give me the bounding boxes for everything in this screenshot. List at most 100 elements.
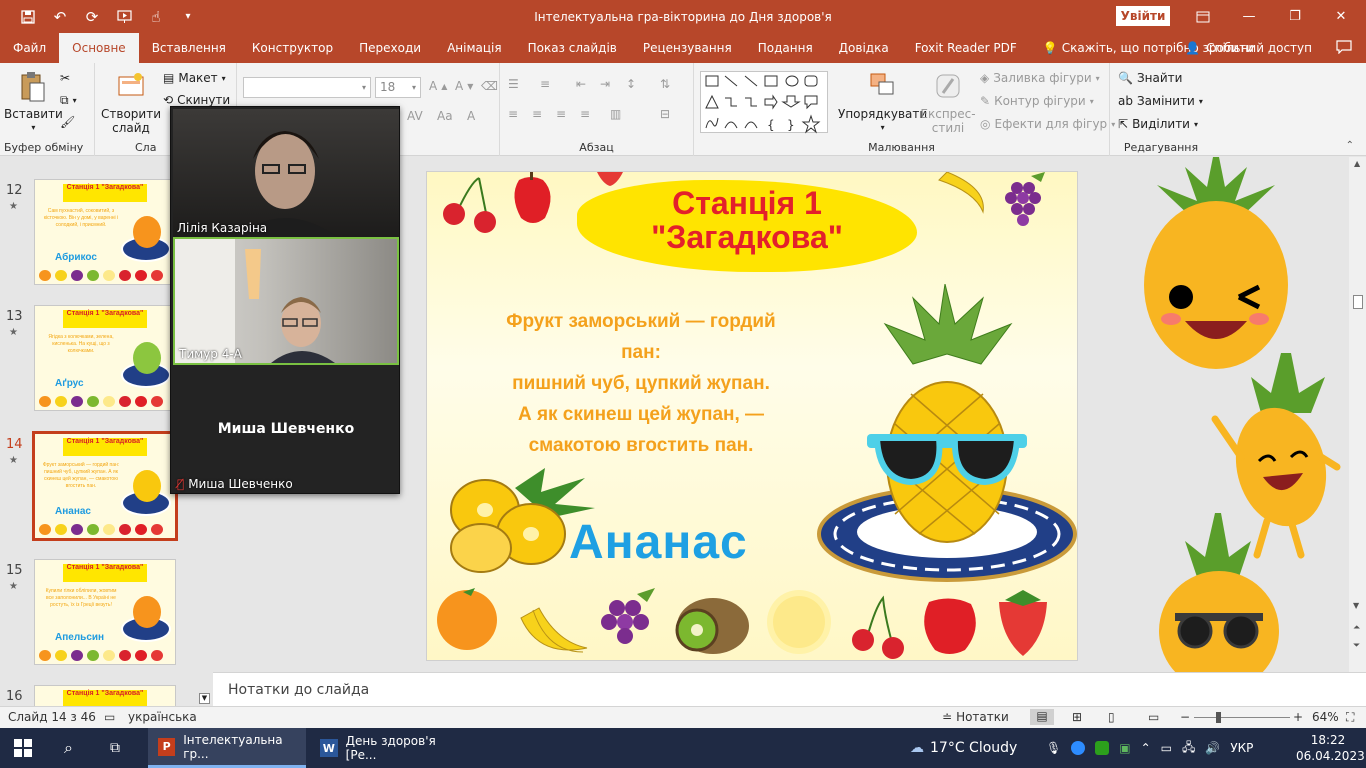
canvas-scroll-up-icon[interactable]: ▲ bbox=[1354, 159, 1360, 168]
clock[interactable]: 18:22 06.04.2023 bbox=[1296, 732, 1365, 764]
taskbar-app-word[interactable]: W День здоров'я [Ре... bbox=[310, 728, 468, 768]
tab-animations[interactable]: Анімація bbox=[434, 33, 515, 63]
windows-start-icon[interactable] bbox=[14, 728, 32, 768]
zoom-level[interactable]: 64% bbox=[1312, 710, 1339, 724]
decrease-indent-icon[interactable]: ⇤ bbox=[576, 77, 586, 91]
slide-title[interactable]: Станція 1 "Загадкова" bbox=[577, 186, 917, 254]
notifications-icon[interactable] bbox=[1354, 728, 1366, 768]
customize-qat-icon[interactable]: ▾ bbox=[174, 3, 202, 31]
task-view-icon[interactable]: ⧉ bbox=[110, 728, 120, 768]
cut-icon[interactable]: ✂ bbox=[60, 71, 70, 85]
character-spacing-icon[interactable]: AV bbox=[407, 109, 423, 123]
slide-thumbnail-15[interactable]: 15 ★ Станція 1 "Загадкова" Купили гілки обл… bbox=[0, 559, 210, 669]
change-case-icon[interactable]: Aa bbox=[437, 109, 453, 123]
zoom-out-icon[interactable]: − bbox=[1180, 710, 1190, 724]
font-size-combo[interactable]: 18 ▾ bbox=[375, 77, 421, 98]
replace-button[interactable]: ab Замінити ▾ bbox=[1118, 94, 1203, 108]
copy-icon[interactable]: ⧉ ▾ bbox=[60, 93, 77, 108]
search-icon[interactable]: ⌕ bbox=[64, 728, 73, 768]
answer-text[interactable]: Ананас bbox=[569, 515, 748, 570]
zoom-slider[interactable] bbox=[1194, 712, 1290, 723]
tab-view[interactable]: Подання bbox=[745, 33, 826, 63]
zoom-slider-thumb[interactable] bbox=[1216, 712, 1221, 723]
reset-button[interactable]: ⟲ Скинути bbox=[163, 93, 230, 107]
line-spacing-icon[interactable]: ↕ bbox=[626, 77, 636, 91]
thumbnail-preview[interactable]: Станція 1 "Загадкова" bbox=[34, 685, 176, 706]
justify-icon[interactable]: ≡ bbox=[580, 107, 590, 121]
weather-widget[interactable]: ☁ 17°C Cloudy bbox=[910, 728, 1017, 768]
align-left-icon[interactable]: ≡ bbox=[508, 107, 518, 121]
spell-check-icon[interactable]: ▭ bbox=[104, 710, 115, 724]
text-direction-icon[interactable]: ⇅ bbox=[660, 77, 670, 91]
volume-icon[interactable]: 🔊 bbox=[1205, 741, 1220, 755]
participant-tile-camera-off[interactable]: Миша Шевченко 🎙̸ Миша Шевченко bbox=[173, 365, 399, 493]
font-color-icon[interactable]: A bbox=[467, 109, 475, 123]
normal-view-icon[interactable]: ▤ bbox=[1030, 709, 1054, 725]
tray-app-icon[interactable] bbox=[1095, 741, 1110, 755]
shape-fill-button[interactable]: ◈ Заливка фігури ▾ bbox=[980, 71, 1100, 85]
format-painter-icon[interactable]: 🖌 bbox=[60, 115, 75, 129]
shapes-gallery[interactable]: { } bbox=[700, 71, 828, 134]
show-hidden-icons-icon[interactable]: ⌃ bbox=[1141, 741, 1151, 755]
grow-font-icon[interactable]: A ▲ bbox=[429, 79, 447, 93]
network-icon[interactable]: 🖧 bbox=[1182, 738, 1195, 759]
tab-help[interactable]: Довідка bbox=[826, 33, 902, 63]
collapse-ribbon-icon[interactable]: ⌃ bbox=[1346, 140, 1354, 151]
tab-file[interactable]: Файл bbox=[0, 33, 59, 63]
zoom-in-icon[interactable]: + bbox=[1293, 710, 1303, 724]
slideshow-from-start-icon[interactable] bbox=[110, 3, 138, 31]
fit-to-window-icon[interactable]: ⛶ bbox=[1346, 710, 1354, 725]
pineapple-stickers-image[interactable] bbox=[1141, 157, 1341, 672]
align-text-icon[interactable]: ⊟ bbox=[660, 107, 670, 121]
current-slide[interactable]: Станція 1 "Загадкова" Фрукт заморський —… bbox=[426, 171, 1078, 661]
notes-toggle-button[interactable]: ≐ Нотатки bbox=[942, 710, 1009, 724]
shape-outline-button[interactable]: ✎ Контур фігури ▾ bbox=[980, 94, 1094, 108]
arrange-button[interactable]: Упорядкувати ▾ bbox=[838, 71, 927, 135]
bullets-icon[interactable]: ☰ bbox=[508, 77, 519, 91]
numbering-icon[interactable]: ≡ bbox=[540, 77, 550, 91]
tab-slideshow[interactable]: Показ слайдів bbox=[515, 33, 630, 63]
zoom-tray-icon[interactable] bbox=[1071, 741, 1086, 755]
new-slide-button[interactable]: Створити слайд bbox=[101, 71, 161, 135]
language-indicator[interactable]: українська bbox=[128, 710, 197, 724]
microphone-icon[interactable]: 🎙 bbox=[1046, 741, 1061, 755]
columns-icon[interactable]: ▥ bbox=[610, 107, 621, 121]
undo-icon[interactable]: ↶ bbox=[46, 3, 74, 31]
align-center-icon[interactable]: ≡ bbox=[532, 107, 542, 121]
canvas-scroll-thumb[interactable] bbox=[1353, 295, 1363, 309]
quick-styles-button[interactable]: Експрес-стилі bbox=[920, 71, 976, 135]
previous-slide-icon[interactable]: ⏶ bbox=[1353, 623, 1360, 633]
touch-mode-icon[interactable]: ☝ bbox=[142, 3, 170, 31]
sign-in-button[interactable]: Увійти bbox=[1116, 6, 1170, 26]
scroll-down-icon[interactable]: ▼ bbox=[199, 693, 210, 704]
ribbon-display-options-icon[interactable] bbox=[1180, 0, 1226, 33]
thumbnail-preview[interactable]: Станція 1 "Загадкова" Купили гілки обліпи… bbox=[34, 559, 176, 665]
redo-icon[interactable]: ⟳ bbox=[78, 3, 106, 31]
tab-foxit-pdf[interactable]: Foxit Reader PDF bbox=[902, 33, 1030, 63]
paste-button[interactable]: Вставити ▾ bbox=[4, 71, 63, 135]
next-slide-icon[interactable]: ⏷ bbox=[1353, 641, 1360, 651]
tab-design[interactable]: Конструктор bbox=[239, 33, 346, 63]
participant-tile-speaking[interactable]: Тимур 4-А bbox=[173, 237, 399, 365]
shrink-font-icon[interactable]: A ▼ bbox=[455, 79, 473, 93]
clear-formatting-icon[interactable]: ⌫ bbox=[481, 79, 498, 93]
save-icon[interactable] bbox=[14, 3, 42, 31]
thumbnail-preview[interactable]: Станція 1 "Загадкова" Сам пухнастий, соко… bbox=[34, 179, 176, 285]
video-call-panel[interactable]: Лілія Казаріна Тимур 4-А Миша Шевченко 🎙… bbox=[170, 106, 400, 494]
restore-icon[interactable]: ❐ bbox=[1272, 0, 1318, 33]
canvas-vertical-scrollbar[interactable]: ▲ ▼ ⏶ ⏷ bbox=[1349, 157, 1366, 672]
slide-thumbnail-16[interactable]: 16★Станція 1 "Загадкова" bbox=[0, 685, 210, 706]
riddle-text[interactable]: Фрукт заморський — гордий пан: пишний чу… bbox=[461, 306, 821, 461]
align-right-icon[interactable]: ≡ bbox=[556, 107, 566, 121]
slideshow-view-icon[interactable]: ▭ bbox=[1148, 710, 1159, 724]
defender-icon[interactable]: ▣ bbox=[1119, 741, 1130, 755]
layout-button[interactable]: ▤ Макет ▾ bbox=[163, 71, 226, 85]
taskbar-app-powerpoint[interactable]: P Інтелектуальна гр... bbox=[148, 728, 306, 768]
notes-pane[interactable]: Нотатки до слайда bbox=[213, 672, 1366, 706]
font-name-combo[interactable]: ▾ bbox=[243, 77, 371, 98]
reading-view-icon[interactable]: ▯ bbox=[1108, 710, 1115, 724]
shape-effects-button[interactable]: ◎ Ефекти для фігур ▾ bbox=[980, 117, 1115, 131]
pineapple-on-plate-image[interactable] bbox=[815, 284, 1078, 584]
tab-insert[interactable]: Вставлення bbox=[139, 33, 239, 63]
find-button[interactable]: 🔍 Знайти bbox=[1118, 71, 1182, 85]
